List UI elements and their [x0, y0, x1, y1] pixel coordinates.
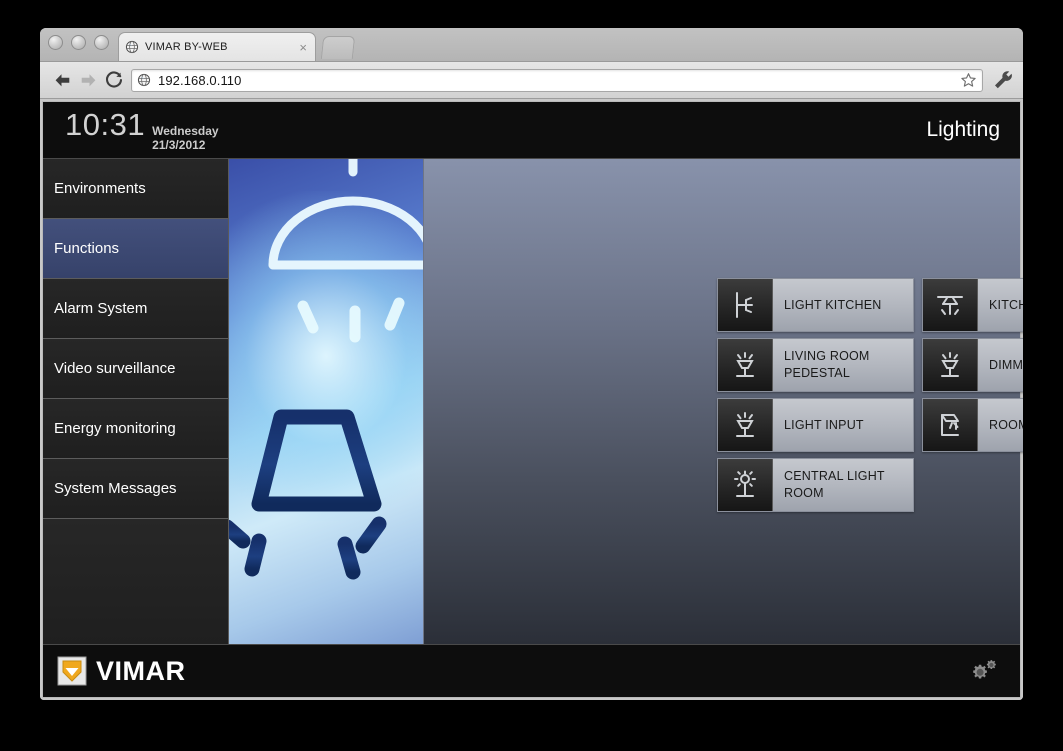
back-arrow-icon	[55, 73, 69, 86]
sidebar-item-alarm-system[interactable]: Alarm System	[43, 279, 228, 339]
sidebar-item-label: System Messages	[54, 480, 177, 497]
vimar-byweb-app: 10:31 Wednesday 21/3/2012 Lighting Envir…	[42, 101, 1023, 698]
sidebar-item-environments[interactable]: Environments	[43, 159, 228, 219]
brand: VIMAR	[57, 656, 186, 687]
clock-date: Wednesday 21/3/2012	[152, 124, 219, 153]
app-footer: VIMAR	[43, 644, 1020, 697]
sidebar-item-label: Environments	[54, 180, 146, 197]
browser-tab-title: VIMAR BY-WEB	[145, 41, 228, 53]
pedestal-lamp-icon	[718, 339, 773, 391]
close-window-button[interactable]	[48, 35, 63, 50]
wall-sconce-glyph	[941, 414, 959, 436]
pedestal-lamp-glyph	[941, 352, 959, 377]
web-page: 10:31 Wednesday 21/3/2012 Lighting Envir…	[40, 99, 1023, 700]
sun-lamp-icon	[718, 459, 773, 511]
browser-window: VIMAR BY-WEB × 192.168.0.110 10:31 Wedne…	[40, 28, 1023, 700]
gear-icon[interactable]	[968, 656, 1002, 686]
function-tile-label: ROOM DIMMER	[978, 399, 1023, 451]
minimize-window-button[interactable]	[71, 35, 86, 50]
function-tile-label: LIGHT KITCHEN	[773, 279, 913, 331]
reload-icon	[105, 71, 123, 88]
desktop-background: VIMAR BY-WEB × 192.168.0.110 10:31 Wedne…	[0, 0, 1063, 751]
function-tile-label: DIMMER KITCHEN	[978, 339, 1023, 391]
function-tile-label: KITCHEN LIGHTS	[978, 279, 1023, 331]
back-button[interactable]	[49, 67, 75, 93]
forward-arrow-icon	[81, 73, 95, 86]
function-tile-dimmer-kitchen[interactable]: DIMMER KITCHEN	[922, 338, 1023, 392]
browser-tab-strip: VIMAR BY-WEB ×	[40, 28, 1023, 62]
function-tile-grid: LIGHT KITCHEN KITCH LIVING ROOM PEDESTAL…	[717, 278, 1023, 512]
function-tile-light-kitchen[interactable]: LIGHT KITCHEN	[717, 278, 914, 332]
browser-toolbar: 192.168.0.110	[40, 62, 1023, 99]
clock-date-value: 21/3/2012	[152, 138, 206, 152]
function-tile-living-room-pedestal[interactable]: LIVING ROOM PEDESTAL	[717, 338, 914, 392]
reload-button[interactable]	[101, 67, 127, 93]
url-input[interactable]: 192.168.0.110	[158, 73, 960, 88]
star-icon[interactable]	[960, 72, 977, 89]
light-rays-bottom	[229, 516, 387, 580]
clock: 10:31 Wednesday 21/3/2012	[65, 107, 219, 153]
pendant-lamp-icon	[268, 159, 423, 270]
lighting-illustration	[229, 159, 424, 644]
sidebar-item-label: Video surveillance	[54, 360, 176, 377]
clock-weekday: Wednesday	[152, 124, 219, 139]
pedestal-lamp-glyph	[736, 352, 754, 377]
sidebar-item-label: Energy monitoring	[54, 420, 176, 437]
browser-tab[interactable]: VIMAR BY-WEB ×	[118, 32, 316, 61]
page-title: Lighting	[926, 118, 1000, 141]
address-bar[interactable]: 192.168.0.110	[131, 68, 983, 92]
function-tile-room-dimmer[interactable]: ROOM DIMMER	[922, 398, 1023, 452]
globe-icon	[125, 40, 139, 54]
sidebar: Environments Functions Alarm System Vide…	[43, 159, 229, 644]
function-tile-light-input[interactable]: LIGHT INPUT	[717, 398, 914, 452]
sidebar-item-label: Functions	[54, 240, 120, 257]
globe-icon	[137, 73, 151, 87]
pedestal-lamp-glyph	[736, 412, 754, 437]
ceiling-light-glyph	[937, 296, 963, 315]
pedestal-lamp-icon	[923, 339, 978, 391]
hero-lamps	[229, 159, 423, 639]
wall-sconce-icon	[923, 399, 978, 451]
wall-light-icon	[718, 279, 773, 331]
vimar-shield-logo	[57, 656, 87, 686]
clock-time: 10:31	[65, 107, 146, 143]
new-tab-button[interactable]	[320, 36, 356, 59]
function-tile-label: CENTRAL LIGHT ROOM	[773, 459, 913, 511]
sidebar-item-functions[interactable]: Functions	[43, 219, 228, 279]
zoom-window-button[interactable]	[94, 35, 109, 50]
app-header: 10:31 Wednesday 21/3/2012 Lighting	[43, 102, 1020, 159]
close-icon[interactable]: ×	[297, 41, 309, 54]
forward-button[interactable]	[75, 67, 101, 93]
sidebar-item-energy-monitoring[interactable]: Energy monitoring	[43, 399, 228, 459]
sidebar-item-label: Alarm System	[54, 300, 148, 317]
function-tile-label: LIVING ROOM PEDESTAL	[773, 339, 913, 391]
sidebar-item-system-messages[interactable]: System Messages	[43, 459, 228, 519]
ceiling-light-icon	[923, 279, 978, 331]
floor-lamp-icon	[251, 409, 382, 639]
sun-lamp-glyph	[734, 470, 756, 497]
sidebar-item-video-surveillance[interactable]: Video surveillance	[43, 339, 228, 399]
app-body: Environments Functions Alarm System Vide…	[43, 159, 1023, 644]
function-tile-central-light-room[interactable]: CENTRAL LIGHT ROOM	[717, 458, 914, 512]
window-traffic-lights	[48, 35, 109, 50]
sidebar-empty-area	[43, 519, 228, 644]
function-tile-kitchen-lights[interactable]: KITCHEN LIGHTS	[922, 278, 1023, 332]
pedestal-lamp-icon	[718, 399, 773, 451]
brand-name: VIMAR	[96, 655, 186, 686]
light-rays-top	[297, 297, 405, 343]
wall-light-glyph	[736, 292, 753, 318]
main-content: LIGHT KITCHEN KITCH LIVING ROOM PEDESTAL…	[424, 159, 1023, 644]
function-tile-label: LIGHT INPUT	[773, 399, 913, 451]
wrench-icon[interactable]	[992, 69, 1014, 91]
